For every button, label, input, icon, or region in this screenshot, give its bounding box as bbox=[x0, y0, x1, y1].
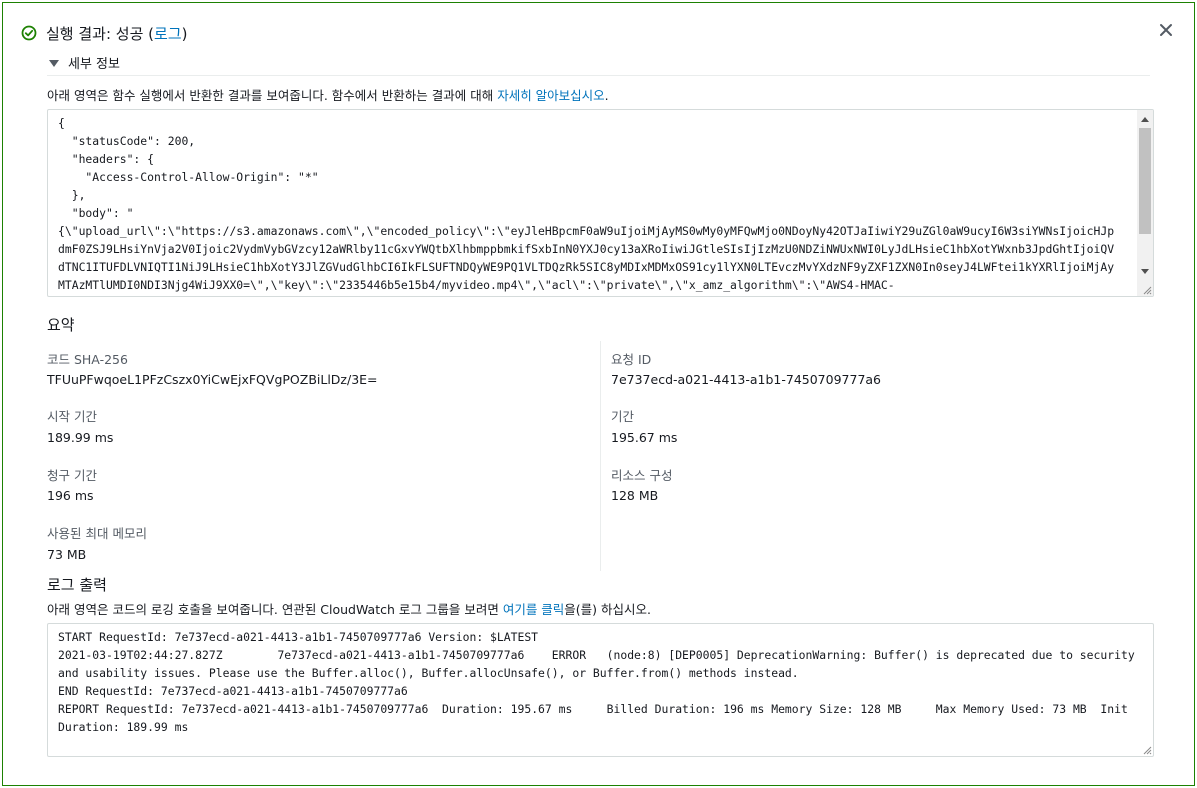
result-title-suffix: ) bbox=[181, 24, 188, 43]
result-line: "statusCode": 200, bbox=[58, 134, 196, 148]
summary-title: 요약 bbox=[47, 316, 75, 334]
scroll-up-arrow-icon[interactable] bbox=[1141, 117, 1149, 122]
result-title: 실행 결과: 성공 (로그) bbox=[46, 23, 187, 44]
details-toggle-label: 세부 정보 bbox=[68, 57, 120, 72]
result-line: { bbox=[58, 116, 65, 130]
billed-duration-value: 196 ms bbox=[47, 488, 94, 503]
result-scrollbar[interactable] bbox=[1137, 110, 1153, 296]
summary-column-divider bbox=[600, 341, 601, 571]
result-description: 아래 영역은 함수 실행에서 반환한 결과를 보여줍니다. 함수에서 반환하는 … bbox=[47, 85, 609, 104]
close-button[interactable] bbox=[1156, 20, 1176, 40]
init-duration-value: 189.99 ms bbox=[47, 430, 114, 445]
request-id-value: 7e737ecd-a021-4413-a1b1-7450709777a6 bbox=[611, 372, 882, 387]
code-sha-value: TFUuPFwqoeL1PFzCszx0YiCwEjxFQVgPOZBiLlDz… bbox=[47, 372, 378, 387]
duration-value: 195.67 ms bbox=[611, 430, 678, 445]
max-memory-value: 73 MB bbox=[47, 547, 87, 562]
result-description-end: . bbox=[604, 88, 609, 103]
result-line: "headers": { bbox=[58, 152, 155, 166]
details-divider bbox=[47, 75, 1150, 76]
log-line: 2021-03-19T02:44:27.827Z 7e737ecd-a021-4… bbox=[58, 648, 1142, 680]
execution-result-panel: 실행 결과: 성공 (로그) 세부 정보 아래 영역은 함수 실행에서 반환한 … bbox=[2, 2, 1195, 786]
log-output-title: 로그 출력 bbox=[47, 576, 107, 594]
result-output-box[interactable]: { "statusCode": 200, "headers": { "Acces… bbox=[47, 109, 1154, 297]
caret-down-icon bbox=[49, 59, 59, 67]
result-line: }, bbox=[58, 188, 86, 202]
result-description-text: 아래 영역은 함수 실행에서 반환한 결과를 보여줍니다. 함수에서 반환하는 … bbox=[47, 88, 498, 103]
log-output-box[interactable]: START RequestId: 7e737ecd-a021-4413-a1b1… bbox=[47, 623, 1154, 757]
result-line: {\"upload_url\":\"https://s3.amazonaws.c… bbox=[58, 224, 1115, 238]
billed-duration-label: 청구 기간 bbox=[47, 468, 97, 483]
result-line: dTNC1ITUFDLVNIQTI1NiJ9LHsieC1hbXotY3JlZG… bbox=[58, 260, 1115, 274]
log-description: 아래 영역은 코드의 로깅 호출을 보여줍니다. 연관된 CloudWatch … bbox=[47, 599, 651, 618]
scroll-thumb[interactable] bbox=[1139, 128, 1151, 234]
log-line: END RequestId: 7e737ecd-a021-4413-a1b1-7… bbox=[58, 684, 408, 698]
max-memory-label: 사용된 최대 메모리 bbox=[47, 526, 147, 541]
init-duration-label: 시작 기간 bbox=[47, 409, 97, 424]
resize-grip-icon[interactable] bbox=[1142, 745, 1152, 755]
close-icon bbox=[1160, 24, 1172, 36]
resize-grip-icon[interactable] bbox=[1142, 285, 1152, 295]
duration-label: 기간 bbox=[611, 409, 635, 424]
code-sha-label: 코드 SHA-256 bbox=[47, 352, 128, 367]
log-description-text: 아래 영역은 코드의 로깅 호출을 보여줍니다. 연관된 CloudWatch … bbox=[47, 602, 503, 617]
success-check-icon bbox=[21, 25, 37, 41]
details-toggle[interactable]: 세부 정보 bbox=[49, 53, 120, 72]
log-line: START RequestId: 7e737ecd-a021-4413-a1b1… bbox=[58, 630, 539, 644]
log-line: REPORT RequestId: 7e737ecd-a021-4413-a1b… bbox=[58, 702, 1135, 734]
log-link[interactable]: 로그 bbox=[154, 25, 182, 43]
result-title-text: 실행 결과: 성공 ( bbox=[46, 24, 155, 43]
scroll-down-arrow-icon[interactable] bbox=[1141, 269, 1149, 274]
result-line: dmF0ZSJ9LHsiYnVja2V0Ijoic2VydmVybGVzcy12… bbox=[58, 242, 1115, 256]
cloudwatch-click-link[interactable]: 여기를 클릭 bbox=[503, 602, 564, 617]
resource-config-label: 리소스 구성 bbox=[611, 468, 673, 483]
result-line: MTAzMTlUMDI0NDI3Njg4WiJ9XX0=\",\"key\":\… bbox=[58, 278, 895, 292]
request-id-label: 요청 ID bbox=[611, 352, 652, 367]
learn-more-link[interactable]: 자세히 알아보십시오 bbox=[497, 88, 604, 103]
result-line: "Access-Control-Allow-Origin": "*" bbox=[58, 170, 319, 184]
result-line: "body": " bbox=[58, 206, 134, 220]
log-description-end: 을(를) 하십시오. bbox=[564, 602, 651, 617]
result-header: 실행 결과: 성공 (로그) bbox=[21, 21, 187, 45]
resource-config-value: 128 MB bbox=[611, 488, 659, 503]
